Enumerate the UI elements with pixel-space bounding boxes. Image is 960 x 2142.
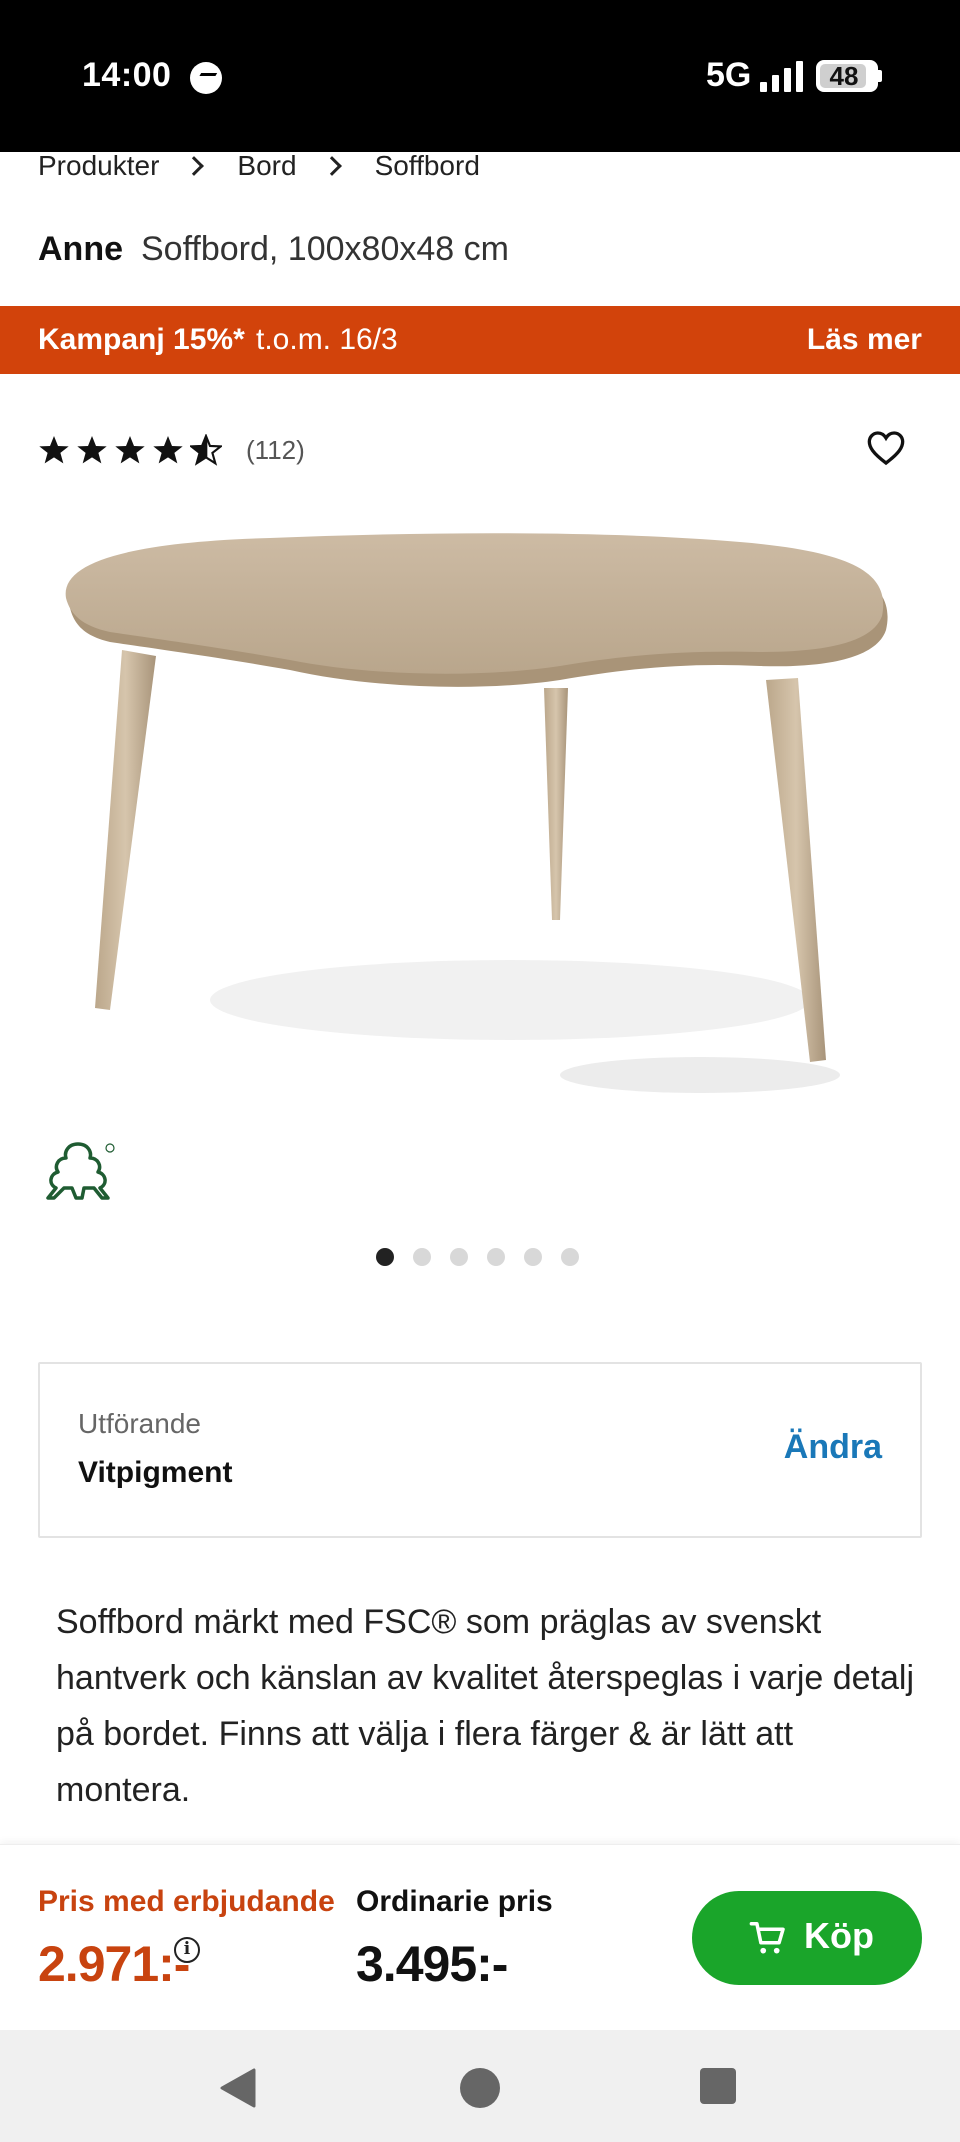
breadcrumb-item-soffbord[interactable]: Soffbord xyxy=(375,150,480,182)
status-time: 14:00 xyxy=(82,56,172,94)
network-type: 5G xyxy=(706,56,752,94)
pagination-dot-active[interactable] xyxy=(376,1248,394,1266)
gallery-pagination[interactable] xyxy=(376,1248,598,1268)
status-bar: 14:00 5G 48 xyxy=(0,0,960,152)
review-count: (112) xyxy=(246,434,305,465)
battery-level: 48 xyxy=(829,61,859,91)
info-icon[interactable]: i xyxy=(174,1937,200,1963)
purchase-bar: Pris med erbjudande 2.971:- i Ordinarie … xyxy=(0,1844,960,2030)
product-title: Anne Soffbord, 100x80x48 cm xyxy=(38,230,509,269)
recents-icon[interactable] xyxy=(700,2068,736,2104)
product-description: Soffbord märkt med FSC® som präglas av s… xyxy=(56,1603,915,1809)
product-image[interactable] xyxy=(40,520,920,1110)
chevron-right-icon xyxy=(321,156,342,176)
campaign-label: Kampanj 15%* xyxy=(38,323,245,356)
campaign-banner: Kampanj 15%* t.o.m. 16/3 Läs mer xyxy=(0,306,960,374)
product-brand: Anne xyxy=(38,230,123,268)
regular-price-label: Ordinarie pris xyxy=(356,1885,553,1918)
system-nav-bar xyxy=(0,2030,960,2142)
breadcrumb-item-bord[interactable]: Bord xyxy=(237,150,296,182)
breadcrumb-item-produkter[interactable]: Produkter xyxy=(38,150,159,182)
signal-icon xyxy=(760,60,806,92)
variant-selector[interactable]: Utförande Vitpigment Ändra xyxy=(38,1362,922,1538)
star-icon xyxy=(77,436,107,464)
rating[interactable]: (112) xyxy=(38,430,305,470)
chevron-right-icon xyxy=(184,156,205,176)
heart-icon[interactable] xyxy=(866,428,906,468)
read-more-link[interactable]: Läs mer xyxy=(807,323,922,357)
star-icon xyxy=(39,436,69,464)
pagination-dot[interactable] xyxy=(487,1248,505,1266)
pagination-dot[interactable] xyxy=(413,1248,431,1266)
cart-icon xyxy=(749,1922,785,1954)
battery-icon: 48 xyxy=(816,60,878,92)
messenger-icon xyxy=(190,62,222,94)
star-icon xyxy=(115,436,145,464)
star-half-icon xyxy=(190,434,222,466)
home-icon[interactable] xyxy=(460,2068,500,2108)
fsc-logo xyxy=(46,1142,115,1200)
pagination-dot[interactable] xyxy=(524,1248,542,1266)
pagination-dot[interactable] xyxy=(561,1248,579,1266)
regular-price: 3.495:- xyxy=(356,1936,508,1992)
buy-button-label: Köp xyxy=(804,1915,874,1956)
breadcrumb: Produkter Bord Soffbord xyxy=(38,146,480,186)
buy-button[interactable]: Köp xyxy=(692,1891,922,1985)
variant-value: Vitpigment xyxy=(78,1456,233,1489)
product-name: Soffbord, 100x80x48 cm xyxy=(141,230,509,268)
offer-price-label: Pris med erbjudande xyxy=(38,1885,335,1918)
campaign-date: t.o.m. 16/3 xyxy=(256,323,398,356)
back-icon[interactable] xyxy=(218,2068,258,2108)
offer-price: 2.971:- xyxy=(38,1936,190,1992)
star-icon xyxy=(153,436,183,464)
variant-label: Utförande xyxy=(78,1408,201,1439)
pagination-dot[interactable] xyxy=(450,1248,468,1266)
change-variant-button[interactable]: Ändra xyxy=(784,1428,882,1467)
